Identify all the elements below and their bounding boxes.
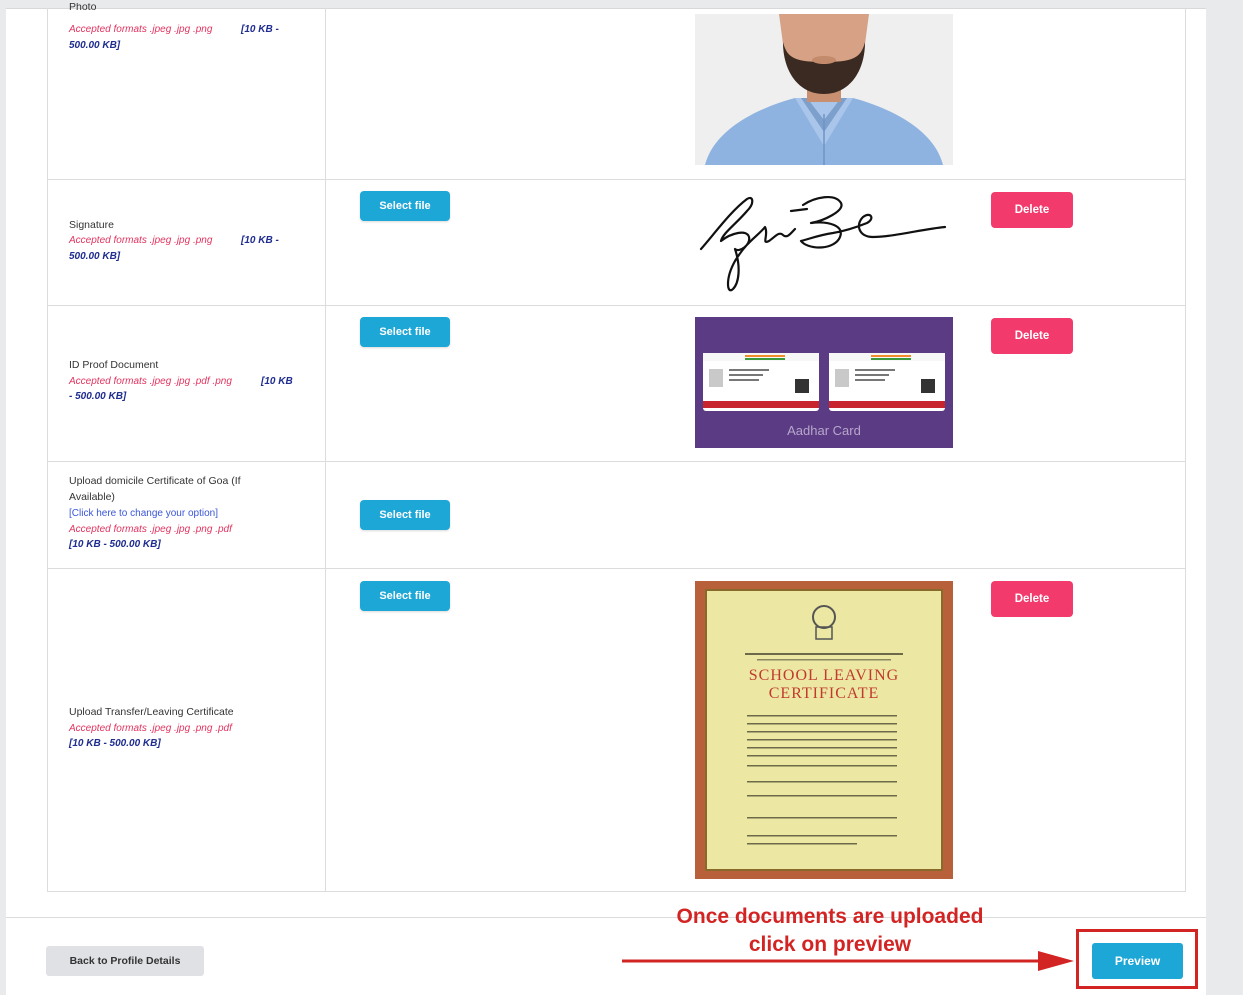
- annotation-arrow: [622, 951, 1074, 971]
- transfer-delete-button[interactable]: Delete: [991, 581, 1073, 617]
- row-divider: [47, 179, 1185, 180]
- domicile-select-file-button[interactable]: Select file: [360, 500, 450, 530]
- signature-formats: Accepted formats .jpeg .jpg .png: [69, 235, 213, 246]
- signature-label: Signature: [69, 219, 114, 231]
- photo-preview-image: [695, 14, 953, 165]
- signature-size-limit: [10 KB -: [241, 235, 279, 246]
- id-proof-preview-image: Aadhar Card: [695, 317, 953, 448]
- id-proof-formats: Accepted formats .jpeg .jpg .pdf .png: [69, 376, 232, 387]
- signature-select-file-button[interactable]: Select file: [360, 191, 450, 221]
- row-divider: [47, 891, 1185, 892]
- certificate-title: SCHOOL LEAVING: [748, 667, 900, 684]
- id-card-caption: Aadhar Card: [787, 423, 861, 438]
- id-proof-size-limit: [10 KB: [261, 376, 293, 387]
- table-right-border: [1185, 8, 1186, 892]
- photo-size-limit: [10 KB -: [241, 24, 279, 35]
- domicile-label-cont: Available): [69, 491, 115, 503]
- id-proof-delete-button[interactable]: Delete: [991, 318, 1073, 354]
- transfer-certificate-label: Upload Transfer/Leaving Certificate: [69, 706, 234, 718]
- row-divider: [47, 461, 1185, 462]
- signature-preview-image: [695, 183, 953, 295]
- table-left-border: [47, 8, 48, 892]
- change-option-link[interactable]: [Click here to change your option]: [69, 506, 218, 521]
- photo-size-limit-cont: 500.00 KB]: [69, 40, 121, 51]
- row-divider: [47, 305, 1185, 306]
- domicile-label: Upload domicile Certificate of Goa (If: [69, 475, 241, 487]
- id-proof-size-limit-cont: - 500.00 KB]: [69, 391, 127, 402]
- row-divider: [47, 568, 1185, 569]
- domicile-size-limit: [10 KB - 500.00 KB]: [69, 539, 161, 550]
- certificate-title-cont: CERTIFICATE: [768, 685, 880, 702]
- photo-formats: Accepted formats .jpeg .jpg .png: [69, 24, 213, 35]
- signature-delete-button[interactable]: Delete: [991, 192, 1073, 228]
- transfer-certificate-formats: Accepted formats .jpeg .jpg .png .pdf: [69, 723, 232, 734]
- domicile-formats: Accepted formats .jpeg .jpg .png .pdf: [69, 524, 232, 535]
- back-to-profile-button[interactable]: Back to Profile Details: [46, 946, 204, 976]
- id-proof-label: ID Proof Document: [69, 359, 159, 371]
- table-column-divider: [325, 8, 326, 892]
- transfer-select-file-button[interactable]: Select file: [360, 581, 450, 611]
- id-proof-select-file-button[interactable]: Select file: [360, 317, 450, 347]
- annotation-line-1: Once documents are uploaded: [676, 905, 984, 928]
- transfer-certificate-preview-image: SCHOOL LEAVING CERTIFICATE: [695, 581, 953, 879]
- photo-label: Photo: [69, 3, 97, 13]
- annotation-highlight-box: [1076, 929, 1198, 989]
- upload-documents-panel: [6, 8, 1206, 995]
- transfer-certificate-size-limit: [10 KB - 500.00 KB]: [69, 738, 161, 749]
- signature-size-limit-cont: 500.00 KB]: [69, 251, 121, 262]
